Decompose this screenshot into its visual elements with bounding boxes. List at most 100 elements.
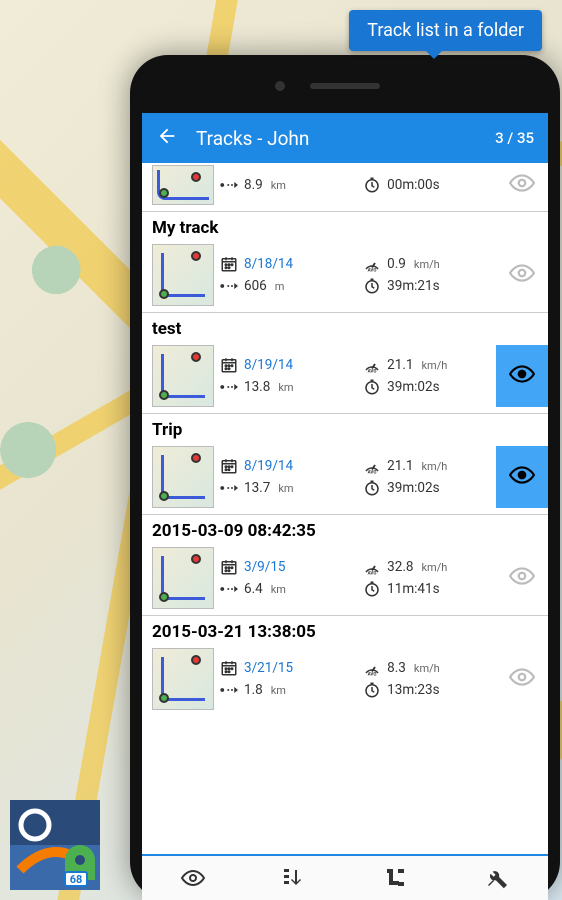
track-thumbnail bbox=[152, 244, 214, 306]
sort-button[interactable] bbox=[244, 856, 346, 900]
tools-icon bbox=[485, 866, 509, 890]
date-stat: 8/18/14 bbox=[220, 255, 355, 273]
speed-icon: AVG bbox=[363, 560, 381, 575]
track-item[interactable]: My track8/18/14AVG0.9km/h606m39m:21s bbox=[142, 211, 548, 312]
distance-stat: 1.8km bbox=[220, 681, 355, 699]
time-stat: 39m:21s bbox=[363, 277, 486, 295]
visibility-toggle[interactable] bbox=[496, 446, 548, 508]
visibility-toggle[interactable] bbox=[496, 165, 548, 205]
speed-icon: AVG bbox=[363, 358, 381, 373]
visibility-toggle[interactable] bbox=[496, 345, 548, 407]
time-stat: 11m:41s bbox=[363, 580, 486, 598]
track-stats: 8/19/14 AVG21.1km/h 13.8km 39m:02s bbox=[220, 345, 490, 407]
track-title: test bbox=[142, 313, 548, 341]
track-thumbnail bbox=[152, 165, 214, 205]
eye-icon bbox=[509, 563, 535, 593]
distance-icon bbox=[220, 482, 238, 494]
eye-icon bbox=[509, 260, 535, 290]
speed-icon: AVG bbox=[363, 661, 381, 676]
sort-icon bbox=[282, 866, 306, 890]
track-item[interactable]: Trip 8/19/14 AVG21.1km/h 13.7km 39m:02s bbox=[142, 413, 548, 514]
eye-icon bbox=[509, 462, 535, 492]
calendar-icon bbox=[220, 255, 238, 273]
arrow-left-icon bbox=[156, 125, 178, 147]
folder-tree-button[interactable] bbox=[345, 856, 447, 900]
tools-button[interactable] bbox=[447, 856, 549, 900]
track-stats: 8/19/14 AVG21.1km/h 13.7km 39m:02s bbox=[220, 446, 490, 508]
time-stat: 39m:02s bbox=[363, 479, 486, 497]
stopwatch-icon bbox=[363, 277, 381, 295]
page-title: Tracks - John bbox=[196, 127, 477, 150]
eye-icon bbox=[509, 170, 535, 200]
svg-text:AVG: AVG bbox=[368, 368, 377, 373]
track-title: 2015-03-09 08:42:35 bbox=[142, 515, 548, 543]
distance-stat: 6.4km bbox=[220, 580, 355, 598]
speed-stat: AVG21.1km/h bbox=[363, 356, 486, 374]
back-button[interactable] bbox=[156, 125, 178, 151]
distance-stat: 8.9km bbox=[220, 176, 355, 194]
svg-text:68: 68 bbox=[70, 873, 83, 886]
calendar-icon bbox=[220, 457, 238, 475]
speed-stat: AVG32.8km/h bbox=[363, 558, 486, 576]
track-thumbnail bbox=[152, 345, 214, 407]
track-title: Trip bbox=[142, 414, 548, 442]
svg-text:AVG: AVG bbox=[368, 570, 377, 575]
speed-stat: AVG21.1km/h bbox=[363, 457, 486, 475]
track-thumbnail bbox=[152, 547, 214, 609]
distance-stat: 13.7km bbox=[220, 479, 355, 497]
track-stats: 8/18/14 AVG0.9km/h 606m 39m:21s bbox=[220, 244, 490, 306]
tooltip-callout: Track list in a folder bbox=[349, 10, 542, 51]
distance-stat: 606m bbox=[220, 277, 355, 295]
track-thumbnail bbox=[152, 446, 214, 508]
track-list[interactable]: 8.9km00m:00sMy track8/18/14AVG0.9km/h606… bbox=[142, 163, 548, 854]
toggle-visibility-button[interactable] bbox=[142, 856, 244, 900]
time-stat: 13m:23s bbox=[363, 681, 486, 699]
visibility-toggle[interactable] bbox=[496, 547, 548, 609]
speed-stat: AVG0.9km/h bbox=[363, 255, 486, 273]
tree-icon bbox=[384, 866, 408, 890]
stopwatch-icon bbox=[363, 681, 381, 699]
eye-icon bbox=[509, 361, 535, 391]
distance-icon bbox=[220, 583, 238, 595]
svg-text:AVG: AVG bbox=[368, 267, 377, 272]
track-stats: 3/9/15 AVG32.8km/h 6.4km 11m:41s bbox=[220, 547, 490, 609]
speed-icon: AVG bbox=[363, 459, 381, 474]
calendar-icon bbox=[220, 356, 238, 374]
calendar-icon bbox=[220, 558, 238, 576]
track-item[interactable]: 8.9km 00m:00s bbox=[142, 163, 548, 211]
date-stat: 8/19/14 bbox=[220, 356, 355, 374]
speed-icon: AVG bbox=[363, 257, 381, 272]
app-logo: 68 bbox=[10, 800, 100, 890]
track-thumbnail bbox=[152, 648, 214, 710]
time-stat: 39m:02s bbox=[363, 378, 486, 396]
date-stat: 8/19/14 bbox=[220, 457, 355, 475]
eye-icon bbox=[509, 664, 535, 694]
distance-icon bbox=[220, 179, 238, 191]
distance-stat: 13.8km bbox=[220, 378, 355, 396]
calendar-icon bbox=[220, 659, 238, 677]
svg-text:AVG: AVG bbox=[368, 469, 377, 474]
bottom-toolbar bbox=[142, 854, 548, 900]
date-stat: 3/9/15 bbox=[220, 558, 355, 576]
svg-text:AVG: AVG bbox=[368, 671, 377, 676]
screen: Tracks - John 3 / 35 8.9km00m:00sMy trac… bbox=[142, 113, 548, 900]
stopwatch-icon bbox=[363, 378, 381, 396]
track-title: 2015-03-21 13:38:05 bbox=[142, 616, 548, 644]
time-stat: 00m:00s bbox=[363, 176, 486, 194]
track-stats: 3/21/15 AVG8.3km/h 1.8km 13m:23s bbox=[220, 648, 490, 710]
distance-icon bbox=[220, 381, 238, 393]
stopwatch-icon bbox=[363, 580, 381, 598]
track-item[interactable]: 2015-03-21 13:38:05 3/21/15 AVG8.3km/h 1.8k… bbox=[142, 615, 548, 716]
track-item[interactable]: test 8/19/14 AVG21.1km/h 13.8km 39m:02s bbox=[142, 312, 548, 413]
eye-icon bbox=[181, 866, 205, 890]
appbar: Tracks - John 3 / 35 bbox=[142, 113, 548, 163]
track-item[interactable]: 2015-03-09 08:42:35 3/9/15 AVG32.8km/h 6.4k… bbox=[142, 514, 548, 615]
visibility-toggle[interactable] bbox=[496, 648, 548, 710]
item-counter: 3 / 35 bbox=[495, 129, 534, 147]
track-stats: 8.9km 00m:00s bbox=[220, 165, 490, 205]
visibility-toggle[interactable] bbox=[496, 244, 548, 306]
distance-icon bbox=[220, 280, 238, 292]
speed-stat: AVG8.3km/h bbox=[363, 659, 486, 677]
date-stat: 3/21/15 bbox=[220, 659, 355, 677]
stopwatch-icon bbox=[363, 479, 381, 497]
